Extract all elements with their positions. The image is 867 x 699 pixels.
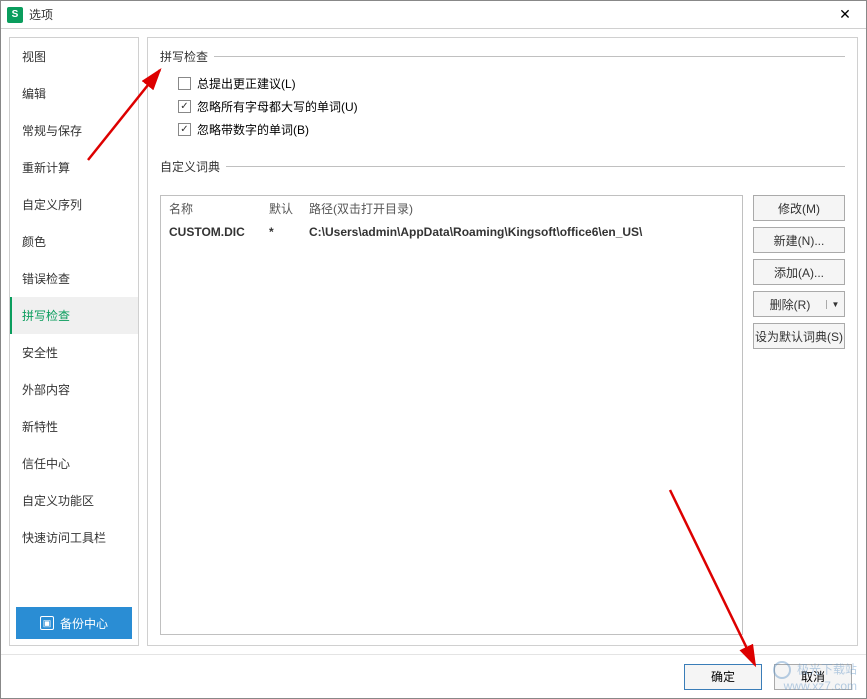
checkbox-ignore-numbers-label: 忽略带数字的单词(B) (197, 121, 309, 138)
dict-col-path: 路径(双击打开目录) (301, 196, 742, 221)
sidebar: 视图 编辑 常规与保存 重新计算 自定义序列 颜色 错误检查 拼写检查 安全性 … (9, 37, 139, 646)
backup-center-label: 备份中心 (60, 615, 108, 632)
checkbox-row-ignore-caps: 忽略所有字母都大写的单词(U) (178, 98, 845, 115)
dict-group-header: 自定义词典 (160, 158, 845, 175)
spellcheck-group-header: 拼写检查 (160, 48, 845, 65)
add-button[interactable]: 添加(A)... (753, 259, 845, 285)
sidebar-item-external-content[interactable]: 外部内容 (10, 371, 138, 408)
options-dialog: S 选项 ✕ 视图 编辑 常规与保存 重新计算 自定义序列 颜色 错误检查 拼写… (0, 0, 867, 699)
dict-col-name: 名称 (161, 196, 261, 221)
group-divider (226, 166, 845, 167)
delete-button-label: 删除(R) (754, 296, 826, 313)
sidebar-item-view[interactable]: 视图 (10, 38, 138, 75)
cancel-button[interactable]: 取消 (774, 664, 852, 690)
group-divider (214, 56, 845, 57)
set-default-button[interactable]: 设为默认词典(S) (753, 323, 845, 349)
sidebar-item-recalc[interactable]: 重新计算 (10, 149, 138, 186)
chevron-down-icon[interactable]: ▼ (826, 300, 844, 309)
sidebar-item-error-check[interactable]: 错误检查 (10, 260, 138, 297)
dialog-footer: 确定 取消 (1, 654, 866, 698)
sidebar-item-security[interactable]: 安全性 (10, 334, 138, 371)
dialog-body: 视图 编辑 常规与保存 重新计算 自定义序列 颜色 错误检查 拼写检查 安全性 … (1, 29, 866, 654)
dict-table[interactable]: 名称 默认 路径(双击打开目录) CUSTOM.DIC * C:\Users\a… (160, 195, 743, 635)
dict-row-default: * (261, 221, 301, 243)
backup-center-button[interactable]: ▣ 备份中心 (16, 607, 132, 639)
modify-button[interactable]: 修改(M) (753, 195, 845, 221)
checkbox-ignore-uppercase-label: 忽略所有字母都大写的单词(U) (197, 98, 358, 115)
dict-group-title: 自定义词典 (160, 158, 220, 175)
dict-col-default: 默认 (261, 196, 301, 221)
checkbox-ignore-uppercase[interactable] (178, 100, 191, 113)
checkbox-row-suggest: 总提出更正建议(L) (178, 75, 845, 92)
spellcheck-group-title: 拼写检查 (160, 48, 208, 65)
dict-row[interactable]: CUSTOM.DIC * C:\Users\admin\AppData\Roam… (161, 221, 742, 243)
sidebar-item-spellcheck[interactable]: 拼写检查 (10, 297, 138, 334)
backup-icon: ▣ (40, 616, 54, 630)
delete-button[interactable]: 删除(R) ▼ (753, 291, 845, 317)
dict-row-name: CUSTOM.DIC (161, 221, 261, 243)
titlebar: S 选项 ✕ (1, 1, 866, 29)
sidebar-item-edit[interactable]: 编辑 (10, 75, 138, 112)
window-title: 选项 (29, 6, 830, 23)
sidebar-item-general-save[interactable]: 常规与保存 (10, 112, 138, 149)
sidebar-item-custom-series[interactable]: 自定义序列 (10, 186, 138, 223)
dict-section: 名称 默认 路径(双击打开目录) CUSTOM.DIC * C:\Users\a… (160, 195, 845, 635)
sidebar-item-trust-center[interactable]: 信任中心 (10, 445, 138, 482)
sidebar-items: 视图 编辑 常规与保存 重新计算 自定义序列 颜色 错误检查 拼写检查 安全性 … (10, 38, 138, 601)
sidebar-item-quick-access[interactable]: 快速访问工具栏 (10, 519, 138, 556)
dict-row-path: C:\Users\admin\AppData\Roaming\Kingsoft\… (301, 221, 742, 243)
checkbox-always-suggest[interactable] (178, 77, 191, 90)
app-icon: S (7, 7, 23, 23)
ok-button[interactable]: 确定 (684, 664, 762, 690)
checkbox-ignore-numbers[interactable] (178, 123, 191, 136)
sidebar-item-new-features[interactable]: 新特性 (10, 408, 138, 445)
close-icon[interactable]: ✕ (830, 5, 860, 25)
sidebar-item-color[interactable]: 颜色 (10, 223, 138, 260)
new-button[interactable]: 新建(N)... (753, 227, 845, 253)
sidebar-item-customize-ribbon[interactable]: 自定义功能区 (10, 482, 138, 519)
dict-buttons: 修改(M) 新建(N)... 添加(A)... 删除(R) ▼ 设为默认词典(S… (753, 195, 845, 635)
checkbox-always-suggest-label: 总提出更正建议(L) (197, 75, 296, 92)
main-panel: 拼写检查 总提出更正建议(L) 忽略所有字母都大写的单词(U) 忽略带数字的单词… (147, 37, 858, 646)
checkbox-row-ignore-numbers: 忽略带数字的单词(B) (178, 121, 845, 138)
